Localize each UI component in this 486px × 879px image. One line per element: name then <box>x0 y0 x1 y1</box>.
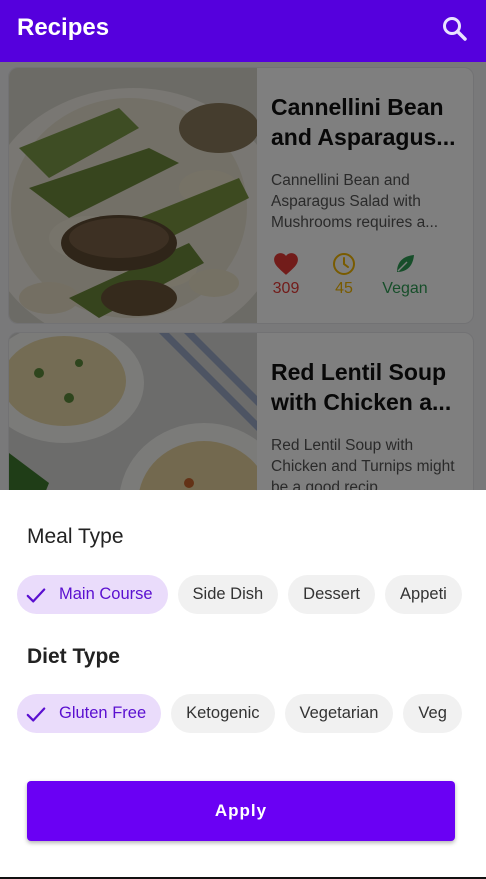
chip-gluten-free[interactable]: Gluten Free <box>17 694 162 733</box>
apply-button[interactable]: Apply <box>27 781 455 841</box>
chip-ketogenic[interactable]: Ketogenic <box>171 694 275 733</box>
diet-type-title: Diet Type <box>27 645 120 668</box>
meal-type-title: Meal Type <box>27 525 124 548</box>
app-title: Recipes <box>17 14 110 41</box>
recipe-list: Cannellini Bean and Asparagus... Cannell… <box>0 62 486 490</box>
check-icon <box>26 588 46 603</box>
chip-label: Gluten Free <box>59 704 147 722</box>
chip-appetizer[interactable]: Appeti <box>385 575 462 614</box>
search-icon[interactable] <box>440 14 470 44</box>
chip-dessert[interactable]: Dessert <box>288 575 376 614</box>
filter-bottom-sheet: Meal Type Main Course Side Dish Dessert App… <box>0 490 486 879</box>
meal-type-chip-group: Main Course Side Dish Dessert Appeti <box>17 575 465 615</box>
diet-type-chip-group: Gluten Free Ketogenic Vegetarian Veg <box>17 694 465 734</box>
chip-vegetarian[interactable]: Vegetarian <box>284 694 394 733</box>
chip-vegan[interactable]: Veg <box>403 694 462 733</box>
modal-scrim[interactable] <box>0 62 486 490</box>
chip-label: Main Course <box>59 585 153 603</box>
check-icon <box>26 707 46 722</box>
app-bar: Recipes <box>0 0 486 62</box>
chip-main-course[interactable]: Main Course <box>17 575 168 614</box>
chip-side-dish[interactable]: Side Dish <box>177 575 279 614</box>
